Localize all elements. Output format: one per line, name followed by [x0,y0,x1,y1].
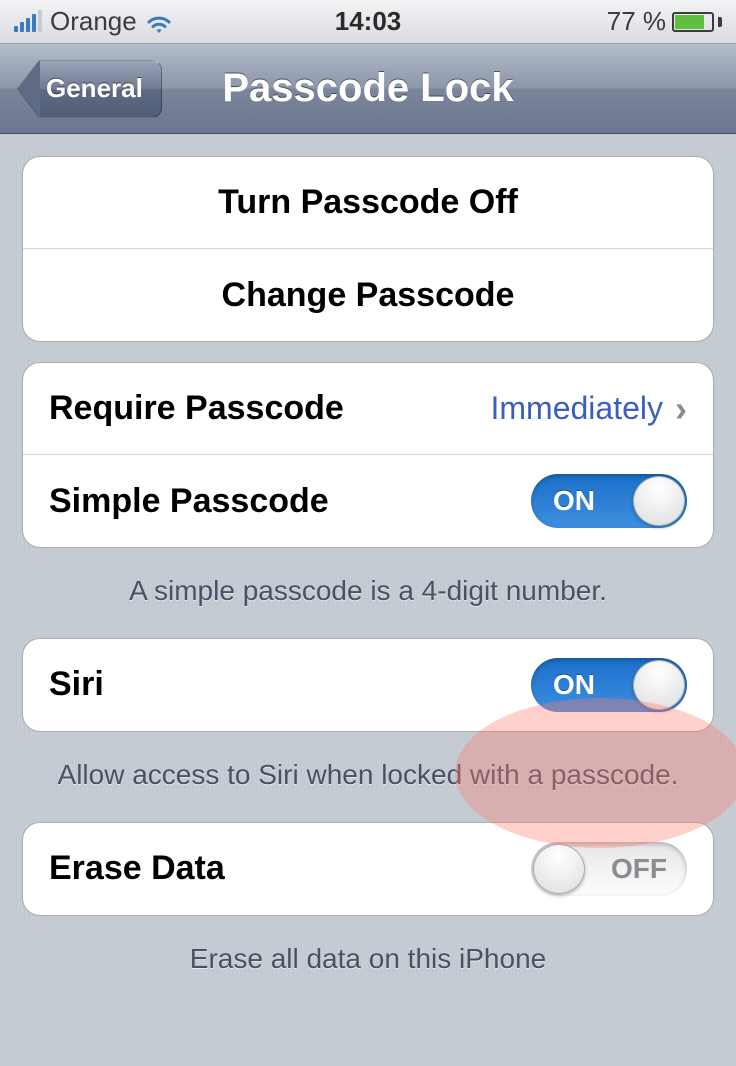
toggle-knob [633,660,685,710]
toggle-on-text: ON [553,485,595,517]
status-bar: Orange 14:03 77 % [0,0,736,44]
group-passcode-settings: Require Passcode Immediately › Simple Pa… [22,362,714,548]
change-passcode-label: Change Passcode [49,276,687,315]
content: Turn Passcode Off Change Passcode Requir… [0,134,736,1005]
page-title: Passcode Lock [222,66,513,111]
clock: 14:03 [335,6,402,37]
erase-data-row: Erase Data OFF [23,823,713,915]
toggle-off-text: OFF [611,853,667,885]
simple-passcode-footer: A simple passcode is a 4-digit number. [22,568,714,638]
simple-passcode-row: Simple Passcode ON [23,455,713,547]
battery-percent: 77 % [607,6,666,37]
change-passcode-button[interactable]: Change Passcode [23,249,713,341]
signal-strength-icon [14,12,42,32]
require-passcode-value: Immediately [491,390,676,427]
settings-screen: Orange 14:03 77 % General Passcode Lock [0,0,736,1066]
erase-data-footer: Erase all data on this iPhone [22,936,714,1006]
require-passcode-row[interactable]: Require Passcode Immediately › [23,363,713,455]
carrier-label: Orange [50,6,137,37]
status-left: Orange [14,6,173,37]
turn-passcode-off-button[interactable]: Turn Passcode Off [23,157,713,249]
status-right: 77 % [607,6,722,37]
simple-passcode-label: Simple Passcode [49,482,329,521]
require-passcode-label: Require Passcode [49,389,344,428]
erase-data-label: Erase Data [49,849,225,888]
group-passcode-actions: Turn Passcode Off Change Passcode [22,156,714,342]
group-siri: Siri ON [22,638,714,732]
toggle-knob [533,844,585,894]
battery-icon [672,12,722,32]
siri-row: Siri ON [23,639,713,731]
siri-label: Siri [49,665,104,704]
toggle-on-text: ON [553,669,595,701]
nav-bar: General Passcode Lock [0,44,736,134]
group-erase: Erase Data OFF [22,822,714,916]
turn-passcode-off-label: Turn Passcode Off [49,183,687,222]
wifi-icon [145,11,173,33]
siri-toggle[interactable]: ON [531,658,687,712]
siri-footer: Allow access to Siri when locked with a … [22,752,714,822]
chevron-right-icon: › [675,388,687,430]
back-button-label: General [40,60,162,118]
erase-data-toggle[interactable]: OFF [531,842,687,896]
toggle-knob [633,476,685,526]
simple-passcode-toggle[interactable]: ON [531,474,687,528]
back-button[interactable]: General [18,60,162,118]
